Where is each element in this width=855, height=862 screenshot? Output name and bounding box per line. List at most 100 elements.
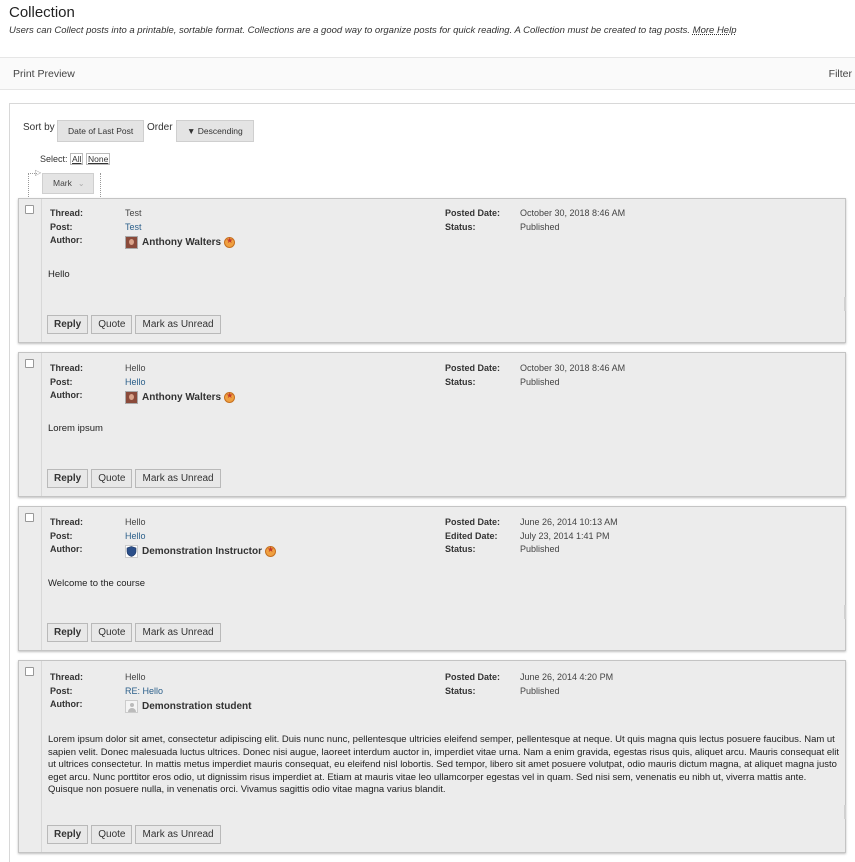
post-actions: Reply Quote Mark as Unread — [47, 315, 224, 334]
mark-unread-button[interactable]: Mark as Unread — [135, 825, 221, 844]
description-text: Users can Collect posts into a printable… — [9, 25, 691, 36]
reply-button[interactable]: Reply — [47, 825, 89, 844]
status-value: Published — [520, 221, 560, 232]
avatar — [125, 236, 138, 249]
more-help-link[interactable]: More Help — [693, 25, 737, 36]
author-name: Anthony Walters — [142, 392, 222, 403]
quote-button[interactable]: Quote — [91, 315, 133, 334]
posted-date-value: June 26, 2014 10:13 AM — [520, 517, 618, 527]
author[interactable]: Demonstration Instructor — [125, 545, 277, 558]
select-none-link[interactable]: None — [86, 153, 111, 165]
mark-controls: ▷ Mark ⌄ — [24, 167, 114, 197]
thread-label: Thread: — [50, 517, 84, 527]
mark-dropdown[interactable]: Mark ⌄ — [42, 173, 94, 194]
action-bar: Print Preview Filter — [0, 57, 855, 90]
posted-date-label: Posted Date: — [445, 672, 501, 682]
post-body: Hello — [48, 269, 70, 280]
thread-value: Test — [125, 208, 142, 218]
mark-label: Mark — [53, 178, 72, 188]
post-label: Post: — [50, 685, 73, 696]
post-actions: Reply Quote Mark as Unread — [47, 825, 224, 844]
post-link[interactable]: Test — [125, 221, 142, 235]
post-label: Post: — [50, 530, 73, 541]
post-card: Thread: Hello Post: RE: Hello Author: De… — [18, 660, 846, 853]
post-card: Thread: Hello Post: Hello Author: Anthon… — [18, 352, 846, 497]
reply-button[interactable]: Reply — [47, 623, 89, 642]
star-badge-icon — [265, 545, 277, 557]
status-label: Status: — [445, 685, 476, 696]
author-name: Anthony Walters — [142, 237, 222, 248]
reply-button[interactable]: Reply — [47, 469, 89, 488]
status-value: Published — [520, 376, 560, 387]
post-checkbox[interactable] — [25, 513, 34, 522]
author[interactable]: Demonstration student — [125, 700, 251, 713]
avatar — [125, 391, 138, 404]
author-name: Demonstration student — [142, 701, 252, 712]
post-actions: Reply Quote Mark as Unread — [47, 469, 224, 488]
mark-unread-button[interactable]: Mark as Unread — [135, 469, 221, 488]
status-label: Status: — [445, 376, 476, 387]
posted-date-label: Posted Date: — [445, 363, 501, 373]
order-dropdown[interactable]: ▼ Descending — [176, 120, 254, 142]
post-checkbox[interactable] — [25, 205, 34, 214]
filter-button[interactable]: Filter — [829, 68, 852, 80]
quote-button[interactable]: Quote — [91, 469, 133, 488]
author-name: Demonstration Instructor — [142, 546, 263, 557]
posted-date-value: June 26, 2014 4:20 PM — [520, 672, 614, 682]
order-label: Order — [147, 122, 173, 133]
quote-button[interactable]: Quote — [91, 825, 133, 844]
author-label: Author: — [50, 390, 83, 400]
user-icon — [125, 700, 138, 713]
quote-button[interactable]: Quote — [91, 623, 133, 642]
post-label: Post: — [50, 221, 73, 232]
thread-value: Hello — [125, 363, 146, 373]
select-controls: Select: All None — [40, 153, 111, 165]
status-value: Published — [520, 544, 560, 554]
post-card: Thread: Test Post: Test Author: Anthony … — [18, 198, 846, 343]
author-label: Author: — [50, 699, 83, 709]
thread-label: Thread: — [50, 363, 84, 373]
post-checkbox[interactable] — [25, 667, 34, 676]
post-body: Lorem ipsum dolor sit amet, consectetur … — [48, 734, 840, 795]
author-label: Author: — [50, 544, 83, 554]
post-link[interactable]: RE: Hello — [125, 685, 163, 699]
select-label: Select: — [40, 154, 68, 164]
page-description: Users can Collect posts into a printable… — [9, 25, 846, 37]
thread-value: Hello — [125, 517, 146, 527]
select-all-link[interactable]: All — [70, 153, 84, 165]
edited-date-value: July 23, 2014 1:41 PM — [520, 530, 610, 541]
author[interactable]: Anthony Walters — [125, 391, 236, 404]
posted-date-label: Posted Date: — [445, 208, 501, 218]
sort-by-dropdown[interactable]: Date of Last Post — [57, 120, 145, 142]
print-preview-button[interactable]: Print Preview — [13, 68, 75, 80]
page-title: Collection — [9, 4, 75, 21]
post-link[interactable]: Hello — [125, 530, 146, 544]
post-actions: Reply Quote Mark as Unread — [47, 623, 224, 642]
post-body: Lorem ipsum — [48, 423, 103, 434]
star-badge-icon — [224, 236, 236, 248]
posted-date-label: Posted Date: — [445, 517, 501, 527]
post-body: Welcome to the course — [48, 578, 145, 589]
author-label: Author: — [50, 235, 83, 245]
post-link[interactable]: Hello — [125, 376, 146, 390]
thread-label: Thread: — [50, 672, 84, 682]
posted-date-value: October 30, 2018 8:46 AM — [520, 208, 626, 218]
mark-unread-button[interactable]: Mark as Unread — [135, 315, 221, 334]
status-value: Published — [520, 685, 560, 696]
reply-button[interactable]: Reply — [47, 315, 89, 334]
star-badge-icon — [224, 391, 236, 403]
chevron-down-icon: ⌄ — [77, 179, 85, 188]
post-label: Post: — [50, 376, 73, 387]
status-label: Status: — [445, 544, 476, 554]
posted-date-value: October 30, 2018 8:46 AM — [520, 363, 626, 373]
mark-unread-button[interactable]: Mark as Unread — [135, 623, 221, 642]
post-checkbox[interactable] — [25, 359, 34, 368]
edited-date-label: Edited Date: — [445, 530, 498, 541]
status-label: Status: — [445, 221, 476, 232]
author[interactable]: Anthony Walters — [125, 236, 236, 249]
sort-by-label: Sort by — [23, 122, 55, 133]
arrow-icon: ▷ — [35, 168, 42, 177]
page-header: Collection Users can Collect posts into … — [0, 0, 855, 37]
thread-value: Hello — [125, 672, 146, 682]
thread-label: Thread: — [50, 208, 84, 218]
